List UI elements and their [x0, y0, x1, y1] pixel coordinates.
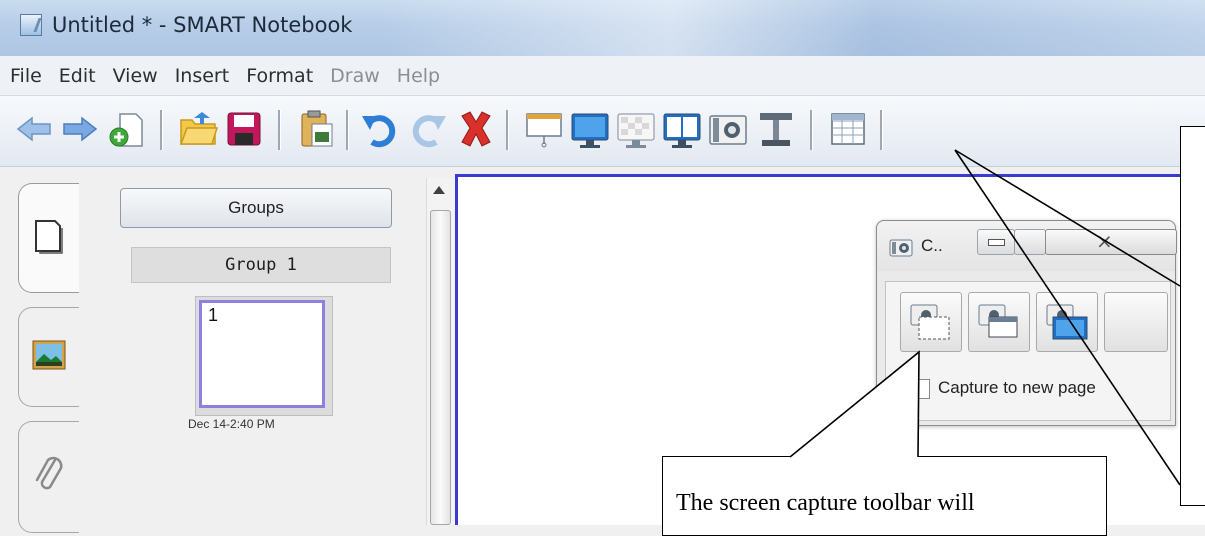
- menu-edit[interactable]: Edit: [52, 65, 103, 87]
- scrollbar-thumb[interactable]: [430, 210, 451, 525]
- capture-to-new-page-label: Capture to new page: [938, 378, 1096, 397]
- capture-toolbar-title: C..: [921, 236, 943, 255]
- menu-bar: File Edit View Insert Format Draw Help: [0, 57, 1205, 96]
- menu-draw[interactable]: Draw: [323, 65, 387, 87]
- page-timestamp: Dec 14-2:40 PM: [188, 417, 275, 431]
- open-folder-icon[interactable]: [178, 108, 218, 150]
- toolbar-separator: [810, 110, 813, 150]
- toolbar-separator: [160, 110, 163, 150]
- menu-insert[interactable]: Insert: [168, 65, 237, 87]
- toolbar-separator: [506, 110, 509, 150]
- table-icon[interactable]: [828, 108, 868, 150]
- dual-page-icon[interactable]: [662, 108, 702, 150]
- maximize-button[interactable]: [1014, 229, 1046, 255]
- window-capture-icon: [978, 304, 1018, 338]
- capture-toolbar-body: Capture to new page: [885, 281, 1171, 421]
- group-header[interactable]: Group 1: [131, 247, 391, 283]
- transparent-background-icon[interactable]: [616, 108, 656, 150]
- toolbar-separator: [880, 110, 883, 150]
- scroll-up-arrow-icon[interactable]: [433, 186, 445, 194]
- delete-x-icon[interactable]: [456, 108, 496, 150]
- paperclip-icon: [35, 456, 63, 490]
- fullscreen-capture-icon: [1046, 304, 1088, 340]
- redo-icon[interactable]: [408, 108, 448, 150]
- app-notebook-icon: [20, 14, 42, 36]
- toolbar-separator: [278, 110, 281, 150]
- capture-toolbar-titlebar[interactable]: C.. ⨯: [877, 221, 1177, 271]
- toolbar-separator: [346, 110, 349, 150]
- close-button[interactable]: ⨯: [1045, 229, 1177, 255]
- screen-capture-icon[interactable]: [708, 108, 748, 150]
- freehand-capture-button[interactable]: [1104, 292, 1168, 352]
- paste-icon[interactable]: [296, 108, 336, 150]
- back-arrow-icon[interactable]: [14, 108, 54, 150]
- menu-file[interactable]: File: [3, 65, 49, 87]
- forward-arrow-icon[interactable]: [60, 108, 100, 150]
- fullscreen-capture-button[interactable]: [1036, 292, 1098, 352]
- callout-box-right: [1180, 126, 1205, 506]
- save-disk-icon[interactable]: [224, 108, 264, 150]
- menu-view[interactable]: View: [106, 65, 165, 87]
- menu-format[interactable]: Format: [239, 65, 320, 87]
- capture-to-new-page-checkbox[interactable]: [914, 379, 930, 399]
- document-camera-icon[interactable]: [756, 108, 796, 150]
- undo-icon[interactable]: [360, 108, 400, 150]
- page-sorter-icon: [35, 220, 63, 254]
- groups-button[interactable]: Groups: [120, 188, 392, 228]
- page-thumbnail-canvas: 1: [199, 300, 325, 408]
- page-number: 1: [208, 305, 219, 325]
- close-icon: ⨯: [1096, 229, 1113, 253]
- window-title: Untitled * - SMART Notebook: [52, 13, 353, 37]
- gallery-picture-icon: [32, 340, 66, 370]
- side-panel-scrollbar[interactable]: [426, 178, 455, 525]
- capture-camera-icon: [889, 239, 913, 257]
- add-page-icon[interactable]: [106, 108, 146, 150]
- tab-attachments[interactable]: [18, 421, 79, 533]
- full-screen-icon[interactable]: [570, 108, 610, 150]
- tab-gallery[interactable]: [18, 307, 79, 407]
- tab-page-sorter[interactable]: [18, 183, 79, 293]
- area-capture-button[interactable]: [900, 292, 962, 352]
- minimize-button[interactable]: [977, 229, 1015, 255]
- screen-capture-toolbar: C.. ⨯ Capture to new page: [876, 220, 1177, 426]
- screen-shade-icon[interactable]: [524, 108, 564, 150]
- callout-text: The screen capture toolbar will: [676, 490, 975, 516]
- main-toolbar: [0, 96, 1205, 167]
- area-capture-icon: [910, 304, 950, 340]
- window-capture-button[interactable]: [968, 292, 1030, 352]
- menu-help[interactable]: Help: [390, 65, 447, 87]
- page-thumbnail[interactable]: 1: [195, 296, 333, 416]
